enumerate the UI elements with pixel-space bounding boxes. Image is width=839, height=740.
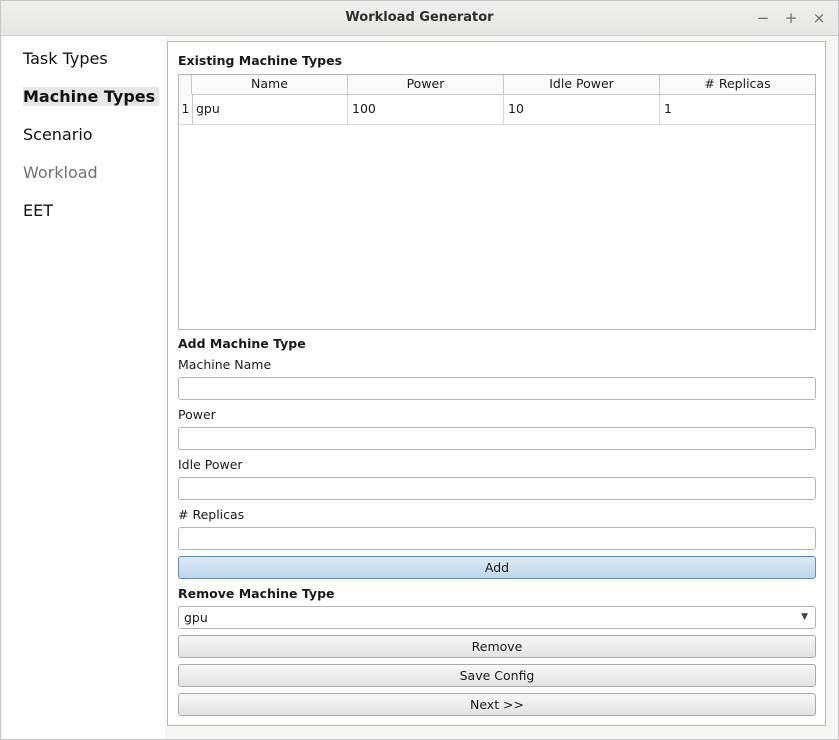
column-header-idle-power[interactable]: Idle Power bbox=[504, 75, 660, 94]
close-icon[interactable]: × bbox=[809, 8, 829, 28]
next-button[interactable]: Next >> bbox=[178, 693, 816, 716]
machine-name-input[interactable] bbox=[178, 377, 816, 400]
remove-machine-type-heading: Remove Machine Type bbox=[178, 586, 335, 601]
column-header-replicas[interactable]: # Replicas bbox=[660, 75, 815, 94]
sidebar-item-task-types[interactable]: Task Types bbox=[23, 49, 108, 68]
cell-power[interactable]: 100 bbox=[348, 94, 504, 124]
machine-types-table[interactable]: Name Power Idle Power # Replicas 1 gpu 1… bbox=[178, 74, 816, 330]
row-index[interactable]: 1 bbox=[179, 94, 193, 124]
power-input[interactable] bbox=[178, 427, 816, 450]
machine-name-label: Machine Name bbox=[178, 357, 272, 372]
remove-button[interactable]: Remove bbox=[178, 635, 816, 658]
minimize-icon[interactable]: − bbox=[753, 8, 773, 28]
chevron-down-icon: ▼ bbox=[801, 612, 808, 622]
column-header-name[interactable]: Name bbox=[192, 75, 348, 94]
replicas-label: # Replicas bbox=[178, 507, 245, 522]
sidebar-item-scenario[interactable]: Scenario bbox=[23, 125, 93, 144]
replicas-input[interactable] bbox=[178, 527, 816, 550]
machine-type-select[interactable]: gpu ▼ bbox=[178, 606, 816, 629]
idle-power-input[interactable] bbox=[178, 477, 816, 500]
window-title: Workload Generator bbox=[345, 10, 494, 25]
sidebar: Task Types Machine Types Scenario Worklo… bbox=[2, 36, 165, 738]
add-button[interactable]: Add bbox=[178, 556, 816, 579]
existing-machine-types-heading: Existing Machine Types bbox=[178, 53, 343, 68]
maximize-icon[interactable]: + bbox=[781, 8, 801, 28]
cell-idle-power[interactable]: 10 bbox=[504, 94, 660, 124]
power-label: Power bbox=[178, 407, 216, 422]
corner-header bbox=[179, 75, 192, 94]
table-row[interactable]: 1 gpu 100 10 1 bbox=[179, 94, 815, 125]
column-header-power[interactable]: Power bbox=[348, 75, 504, 94]
cell-replicas[interactable]: 1 bbox=[660, 94, 815, 124]
sidebar-item-eet[interactable]: EET bbox=[23, 201, 53, 220]
cell-name[interactable]: gpu bbox=[192, 94, 348, 124]
app-window: Workload Generator − + × Task Types Mach… bbox=[0, 0, 839, 740]
save-config-button[interactable]: Save Config bbox=[178, 664, 816, 687]
main-panel: Existing Machine Types Name Power Idle P… bbox=[167, 41, 826, 726]
title-bar: Workload Generator − + × bbox=[1, 1, 838, 36]
idle-power-label: Idle Power bbox=[178, 457, 243, 472]
add-machine-type-heading: Add Machine Type bbox=[178, 336, 306, 351]
table-header: Name Power Idle Power # Replicas bbox=[179, 75, 815, 95]
sidebar-item-machine-types[interactable]: Machine Types bbox=[23, 87, 160, 106]
machine-type-select-value: gpu bbox=[184, 610, 208, 625]
sidebar-item-workload[interactable]: Workload bbox=[23, 163, 98, 182]
